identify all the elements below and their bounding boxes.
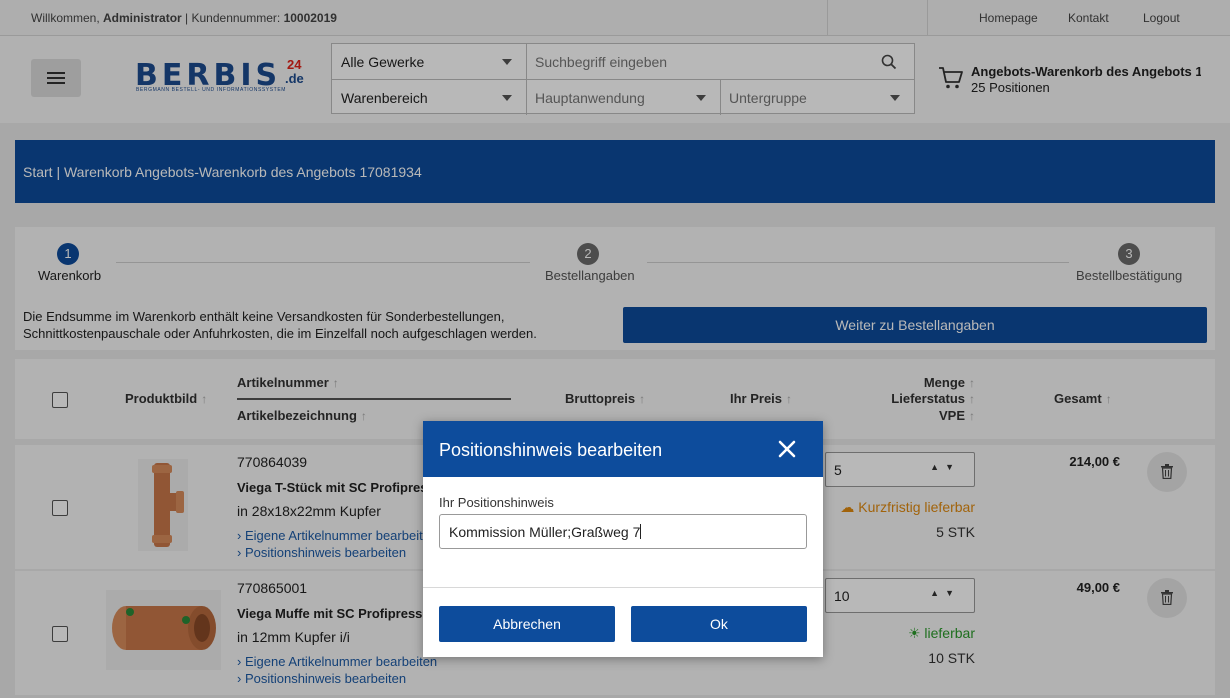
position-note-input[interactable]: Kommission Müller;Graßweg 7 [439,514,807,549]
cancel-button[interactable]: Abbrechen [439,606,615,642]
dialog-title: Positionshinweis bearbeiten [439,440,663,460]
ok-button[interactable]: Ok [631,606,807,642]
position-note-label: Ihr Positionshinweis [439,495,554,510]
text-cursor [640,524,642,539]
dialog-header: Positionshinweis bearbeiten [423,421,823,477]
position-note-value: Kommission Müller;Graßweg 7 [449,524,641,540]
divider [423,587,823,588]
close-icon[interactable] [774,436,800,462]
position-note-dialog: Positionshinweis bearbeiten Ihr Position… [423,421,823,657]
